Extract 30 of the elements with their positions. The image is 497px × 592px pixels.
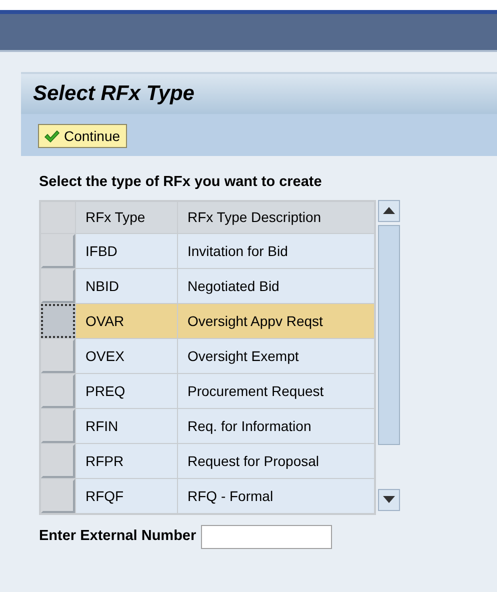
table-cell: IFBD [75, 234, 177, 269]
table-cell: NBID [75, 268, 177, 304]
field-label: Enter External Number [39, 526, 196, 546]
table-cell: RFQF [75, 478, 177, 514]
up-triangle-icon [383, 207, 395, 214]
dialog-title: Select RFx Type [33, 81, 194, 108]
table-cell: RFIN [75, 408, 177, 444]
column-header[interactable]: RFx Type Description [177, 200, 375, 234]
scroll-down-button[interactable] [378, 488, 400, 511]
table-cell: RFPR [75, 444, 177, 479]
checkmark-icon [44, 130, 60, 142]
continue-button[interactable]: Continue [38, 124, 128, 148]
table-cell: Procurement Request [177, 374, 375, 409]
table-cell: Oversight Exempt [177, 338, 375, 374]
table-cell: PREQ [75, 374, 177, 409]
scroll-up-button[interactable] [378, 200, 400, 222]
table-cell: Req. for Information [177, 408, 375, 444]
down-triangle-icon [383, 496, 395, 504]
table-cell: Request for Proposal [177, 444, 375, 479]
external-number-field[interactable] [201, 524, 332, 549]
instruction-text: Select the type of RFx you want to create [39, 173, 323, 192]
table-cell: Oversight Appv Reqst [177, 304, 375, 339]
table-cell: OVEX [75, 338, 177, 374]
table-cell: OVAR [75, 304, 177, 339]
row-selector[interactable] [41, 304, 74, 338]
column-header[interactable]: RFx Type [75, 200, 177, 234]
table-cell: Negotiated Bid [177, 268, 375, 304]
table-cell: RFQ - Formal [177, 478, 375, 514]
scrollbar-thumb[interactable] [378, 224, 400, 445]
table-cell: Invitation for Bid [177, 234, 375, 269]
